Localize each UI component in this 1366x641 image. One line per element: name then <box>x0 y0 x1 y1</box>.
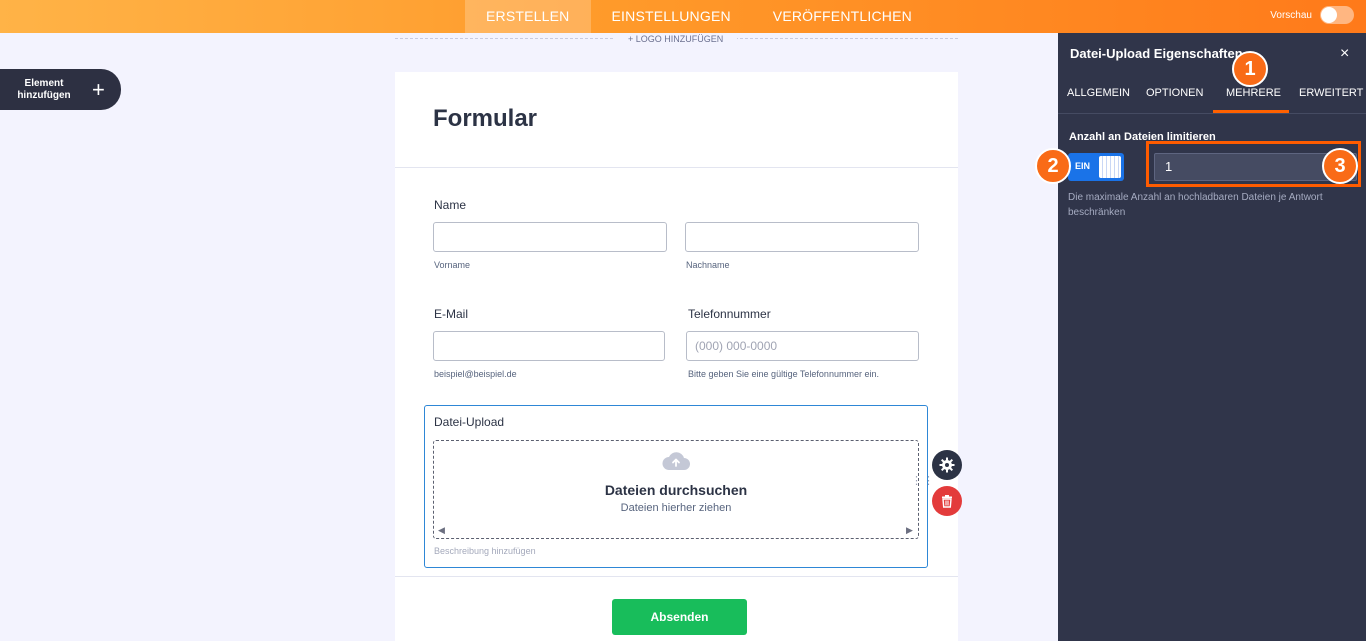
title-divider <box>395 167 958 168</box>
tab-settings[interactable]: EINSTELLUNGEN <box>591 0 752 33</box>
form-title[interactable]: Formular <box>433 105 537 133</box>
phone-input[interactable]: (000) 000-0000 <box>686 331 919 361</box>
phone-sublabel: Bitte geben Sie eine gültige Telefonnumm… <box>688 369 879 379</box>
limit-files-hint: Die maximale Anzahl an hochladbaren Date… <box>1068 192 1323 218</box>
trash-icon <box>942 495 952 508</box>
preview-control: Vorschau <box>1270 6 1354 24</box>
add-description-placeholder[interactable]: Beschreibung hinzufügen <box>434 546 536 556</box>
tab-general[interactable]: ALLGEMEIN <box>1067 87 1130 99</box>
plus-icon: + <box>92 76 105 102</box>
tab-advanced[interactable]: ERWEITERT <box>1299 87 1363 99</box>
field-settings-button[interactable] <box>932 450 962 480</box>
main-tabs: ERSTELLEN EINSTELLUNGEN VERÖFFENTLICHEN <box>465 0 933 33</box>
preview-toggle-knob <box>1321 7 1337 23</box>
tab-options[interactable]: OPTIONEN <box>1146 87 1203 99</box>
drag-files-text: Dateien hierher ziehen <box>620 502 732 514</box>
scroll-right-icon[interactable]: ▶ <box>906 525 913 536</box>
drag-handle-icon[interactable]: ⋮⋮ <box>911 476 935 487</box>
add-element-button[interactable]: Element hinzufügen + <box>0 69 121 110</box>
last-name-sublabel: Nachname <box>686 260 730 270</box>
gear-icon <box>939 457 955 473</box>
add-element-label: Element hinzufügen <box>17 77 71 101</box>
panel-tabs-divider <box>1058 113 1366 114</box>
last-name-input[interactable] <box>685 222 919 252</box>
upload-label: Datei-Upload <box>434 415 505 429</box>
properties-panel: Datei-Upload Eigenschaften × ALLGEMEIN O… <box>1058 33 1366 641</box>
tab-multiple[interactable]: MEHRERE <box>1226 87 1281 99</box>
upload-dropzone[interactable]: Dateien durchsuchen Dateien hierher zieh… <box>433 440 934 539</box>
preview-label: Vorschau <box>1270 9 1312 21</box>
first-name-sublabel: Vorname <box>434 260 471 270</box>
step-marker-3: 3 <box>1322 148 1358 184</box>
tab-publish[interactable]: VERÖFFENTLICHEN <box>752 0 933 33</box>
add-logo-link[interactable]: + LOGO HINZUFÜGEN <box>614 34 738 44</box>
panel-title: Datei-Upload Eigenschaften <box>1070 46 1243 61</box>
submit-button[interactable]: Absenden <box>612 599 747 635</box>
preview-toggle[interactable] <box>1320 6 1354 24</box>
step-marker-2: 2 <box>1035 148 1071 184</box>
submit-divider <box>395 576 958 577</box>
email-sublabel: beispiel@beispiel.de <box>434 369 517 379</box>
toggle-knob <box>1099 156 1121 178</box>
first-name-input[interactable] <box>433 222 667 252</box>
email-input[interactable] <box>433 331 665 361</box>
scroll-left-icon[interactable]: ◀ <box>438 525 445 536</box>
close-icon[interactable]: × <box>1340 45 1349 63</box>
delete-field-button[interactable] <box>932 486 962 516</box>
step-marker-1: 1 <box>1232 51 1268 87</box>
cloud-upload-icon <box>662 452 690 470</box>
email-label: E-Mail <box>434 307 469 321</box>
phone-label: Telefonnummer <box>688 307 771 321</box>
top-bar: ERSTELLEN EINSTELLUNGEN VERÖFFENTLICHEN … <box>0 0 1366 33</box>
browse-files-text[interactable]: Dateien durchsuchen <box>434 482 918 498</box>
limit-files-toggle[interactable]: EIN <box>1068 153 1124 181</box>
name-label: Name <box>434 198 467 212</box>
tab-create[interactable]: ERSTELLEN <box>465 0 591 33</box>
toggle-on-label: EIN <box>1075 161 1091 171</box>
panel-tabs: ALLGEMEIN OPTIONEN MEHRERE ERWEITERT <box>1058 83 1366 113</box>
